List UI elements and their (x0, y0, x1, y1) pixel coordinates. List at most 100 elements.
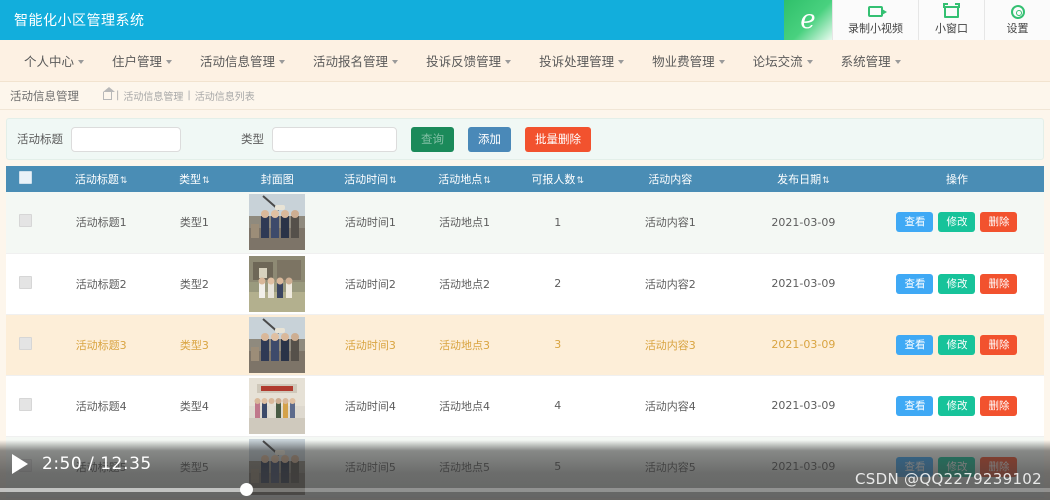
col-activity-title[interactable]: 活动标题⇅ (44, 166, 158, 192)
table-head: 活动标题⇅ 类型⇅ 封面图 活动时间⇅ 活动地点⇅ 可报人数⇅ 活动内容 发布日… (6, 166, 1044, 192)
row-select-cell[interactable] (6, 253, 45, 315)
browser-logo-letter: e (800, 5, 816, 35)
nav-item-complaint-feedback-management[interactable]: 投诉反馈管理 (412, 51, 525, 70)
select-all-checkbox[interactable] (18, 171, 32, 184)
add-button[interactable]: 添加 (468, 126, 511, 152)
small-window-button[interactable]: 小窗口 (918, 0, 984, 40)
row-checkbox[interactable] (18, 397, 32, 411)
table-row[interactable]: 活动标题2 类型2 活动时间2 活动地点2 2 活动内容2 2021-03-09… (6, 253, 1044, 315)
sort-icon[interactable]: ⇅ (822, 176, 830, 186)
row-select-cell[interactable] (6, 436, 45, 498)
row-select-cell[interactable] (6, 192, 45, 254)
search-button[interactable]: 查询 (411, 126, 454, 152)
activity-thumbnail-outdoor[interactable] (249, 194, 306, 251)
edit-button[interactable]: 修改 (938, 456, 976, 477)
col-capacity[interactable]: 可报人数⇅ (511, 166, 604, 192)
view-button[interactable]: 查看 (896, 334, 934, 355)
breadcrumb-link-1[interactable]: 活动信息管理 (123, 88, 183, 103)
sort-icon[interactable]: ⇅ (389, 176, 397, 186)
batch-delete-button[interactable]: 批量删除 (525, 126, 591, 152)
edit-button[interactable]: 修改 (938, 273, 976, 294)
chevron-down-icon (618, 59, 625, 64)
cell-place: 活动地点1 (417, 192, 512, 254)
browser-toolbar: e 录制小视频 小窗口 设置 (784, 0, 1050, 40)
row-checkbox[interactable] (18, 336, 32, 350)
sort-icon[interactable]: ⇅ (202, 176, 210, 186)
delete-button[interactable]: 删除 (980, 395, 1018, 416)
row-checkbox[interactable] (18, 214, 32, 228)
chevron-down-icon (806, 59, 813, 64)
sort-icon[interactable]: ⇅ (576, 176, 584, 186)
sort-icon[interactable]: ⇅ (483, 176, 491, 186)
cell-title: 活动标题5 (44, 436, 158, 498)
cell-time: 活动时间5 (323, 436, 418, 498)
nav-item-activity-signup-management[interactable]: 活动报名管理 (299, 51, 412, 70)
gear-icon (1010, 4, 1025, 19)
activity-thumbnail-indoor[interactable] (249, 377, 306, 434)
col-publish-date[interactable]: 发布日期⇅ (736, 166, 870, 192)
view-button[interactable]: 查看 (896, 395, 934, 416)
row-checkbox[interactable] (18, 458, 32, 472)
row-select-cell[interactable] (6, 375, 45, 437)
cell-date: 2021-03-09 (736, 314, 870, 376)
settings-button[interactable]: 设置 (984, 0, 1050, 40)
filter-title-label: 活动标题 (17, 132, 63, 146)
cell-type: 类型4 (157, 375, 232, 437)
delete-button[interactable]: 删除 (980, 212, 1018, 233)
nav-item-personal-center[interactable]: 个人中心 (10, 51, 98, 70)
row-select-cell[interactable] (6, 314, 45, 376)
activity-thumbnail-outdoor[interactable] (249, 438, 306, 495)
activity-thumbnail-village[interactable] (249, 255, 306, 312)
table-row[interactable]: 活动标题5 类型5 活动时间5 活动地点5 5 活动内容5 2021-03-09… (6, 436, 1044, 498)
view-button[interactable]: 查看 (896, 456, 934, 477)
delete-button[interactable]: 删除 (980, 273, 1018, 294)
select-all-header[interactable] (6, 166, 45, 192)
browser-logo-icon: e (784, 0, 832, 40)
cell-cover-image[interactable] (231, 436, 324, 498)
cell-cover-image[interactable] (231, 375, 324, 437)
nav-item-forum[interactable]: 论坛交流 (739, 51, 827, 70)
table-row[interactable]: 活动标题3 类型3 活动时间3 活动地点3 3 活动内容3 2021-03-09… (6, 314, 1044, 376)
col-label: 活动内容 (648, 173, 693, 186)
chevron-down-icon (166, 59, 173, 64)
delete-button[interactable]: 删除 (980, 456, 1018, 477)
row-checkbox[interactable] (18, 275, 32, 289)
delete-button[interactable]: 删除 (980, 334, 1018, 355)
col-activity-time[interactable]: 活动时间⇅ (323, 166, 418, 192)
breadcrumb-section: 活动信息管理 (10, 88, 79, 103)
col-label: 发布日期 (777, 173, 822, 186)
col-label: 操作 (945, 173, 968, 186)
edit-button[interactable]: 修改 (938, 395, 976, 416)
activity-type-input[interactable] (272, 126, 397, 152)
table-row[interactable]: 活动标题1 类型1 活动时间1 活动地点1 1 活动内容1 2021-03-09… (6, 192, 1044, 254)
chevron-down-icon (894, 59, 901, 64)
nav-item-property-fee-management[interactable]: 物业费管理 (638, 51, 739, 70)
col-label: 封面图 (260, 173, 294, 186)
nav-item-activity-info-management[interactable]: 活动信息管理 (186, 51, 299, 70)
nav-item-system-management[interactable]: 系统管理 (827, 51, 915, 70)
view-button[interactable]: 查看 (896, 212, 934, 233)
activity-title-input[interactable] (71, 126, 181, 152)
cell-capacity: 3 (511, 314, 604, 376)
activity-table: 活动标题⇅ 类型⇅ 封面图 活动时间⇅ 活动地点⇅ 可报人数⇅ 活动内容 发布日… (6, 166, 1044, 498)
table-row[interactable]: 活动标题4 类型4 活动时间4 活动地点4 4 活动内容4 2021-03-09… (6, 375, 1044, 437)
cell-cover-image[interactable] (231, 192, 324, 254)
sort-icon[interactable]: ⇅ (120, 176, 128, 186)
col-type[interactable]: 类型⇅ (157, 166, 232, 192)
cell-operations: 查看 修改 删除 (869, 314, 1044, 376)
cell-cover-image[interactable] (231, 253, 324, 315)
nav-item-resident-management[interactable]: 住户管理 (98, 51, 186, 70)
edit-button[interactable]: 修改 (938, 334, 976, 355)
col-label: 活动标题 (74, 173, 119, 186)
record-video-button[interactable]: 录制小视频 (832, 0, 918, 40)
activity-thumbnail-outdoor[interactable] (249, 316, 306, 373)
edit-button[interactable]: 修改 (938, 212, 976, 233)
view-button[interactable]: 查看 (896, 273, 934, 294)
breadcrumb-link-2[interactable]: 活动信息列表 (195, 88, 255, 103)
nav-item-complaint-handling-management[interactable]: 投诉处理管理 (525, 51, 638, 70)
cell-cover-image[interactable] (231, 314, 324, 376)
cell-type: 类型1 (157, 192, 232, 254)
home-icon[interactable] (102, 86, 115, 100)
app-root: 智能化小区管理系统 e 录制小视频 小窗口 设置 个人中心 住户管理 活动信息管… (0, 0, 1050, 500)
col-activity-place[interactable]: 活动地点⇅ (417, 166, 512, 192)
